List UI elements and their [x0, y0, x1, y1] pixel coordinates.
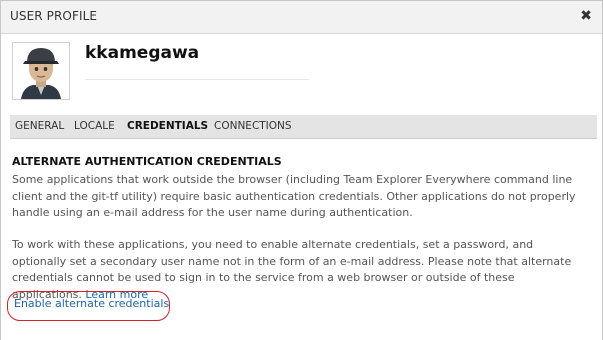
close-icon[interactable]: ✖ — [580, 7, 592, 25]
usage-paragraph: To work with these applications, you nee… — [12, 237, 587, 303]
tab-locale[interactable]: LOCALE — [74, 120, 115, 132]
dialog-titlebar: USER PROFILE ✖ — [1, 1, 602, 34]
tab-connections[interactable]: CONNECTIONS — [214, 120, 292, 132]
profile-tabs: GENERAL LOCALE CREDENTIALS CONNECTIONS — [10, 115, 597, 139]
tab-credentials[interactable]: CREDENTIALS — [127, 120, 208, 132]
description-paragraph: Some applications that work outside the … — [12, 173, 576, 219]
avatar — [12, 42, 70, 100]
name-divider — [85, 79, 309, 80]
profile-username: kkamegawa — [85, 43, 200, 63]
user-profile-dialog: USER PROFILE ✖ kkamegawa GENERAL LOCALE … — [0, 0, 603, 340]
enable-alternate-credentials-link[interactable]: Enable alternate credentials — [14, 297, 169, 310]
section-title: ALTERNATE AUTHENTICATION CREDENTIALS — [12, 155, 282, 168]
dialog-title: USER PROFILE — [10, 9, 98, 23]
tab-general[interactable]: GENERAL — [15, 120, 64, 132]
avatar-image — [13, 43, 69, 99]
